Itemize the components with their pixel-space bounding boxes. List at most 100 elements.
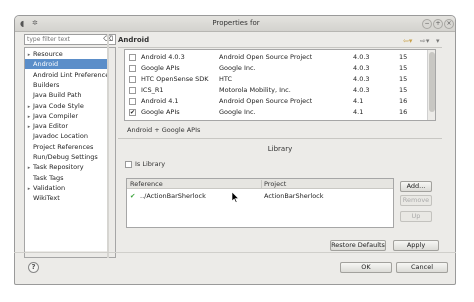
is-library-checkbox[interactable] (125, 160, 132, 168)
target-api-level: 16 (399, 97, 408, 105)
target-name: Android 4.0.3 (141, 53, 185, 61)
tree-item[interactable]: Java Build Path (25, 90, 107, 100)
apply-button[interactable]: Apply (393, 240, 439, 251)
tree-item-label: Task Tags (33, 173, 64, 182)
tree-item[interactable]: Run/Debug Settings (25, 152, 107, 162)
tree-item[interactable]: ▸ Validation (25, 183, 107, 193)
filter-field[interactable]: ⌫ (24, 34, 116, 45)
tree-item-label: Java Compiler (33, 111, 79, 120)
library-references-table[interactable]: Reference Project ✔ ../ActionBarSherlock… (126, 178, 394, 228)
maximize-button[interactable]: + (433, 19, 443, 29)
expand-arrow-icon[interactable]: ▸ (25, 102, 33, 111)
target-checkbox[interactable] (129, 98, 136, 105)
tree-item-label: Javadoc Location (33, 132, 88, 141)
expand-arrow-icon[interactable]: ▸ (25, 122, 33, 131)
table-row[interactable]: Android 4.0.3 Android Open Source Project… (125, 52, 435, 63)
tree-item[interactable]: ▸ Java Code Style (25, 101, 107, 111)
page-title: Android (118, 36, 150, 44)
target-vendor: Motorola Mobility, Inc. (219, 86, 291, 94)
target-vendor: Google Inc. (219, 64, 256, 72)
target-platform: 4.0.3 (353, 75, 370, 83)
target-api-level: 15 (399, 53, 408, 61)
tree-item-label: WikiText (33, 194, 60, 203)
is-library-label: Is Library (135, 160, 166, 168)
table-row[interactable]: ICS_R1 Motorola Mobility, Inc. 4.0.3 15 (125, 85, 435, 96)
target-platform: 4.0.3 (353, 64, 370, 72)
target-name: ICS_R1 (141, 86, 164, 94)
add-button[interactable]: Add... (400, 181, 432, 192)
target-checkbox[interactable] (129, 54, 136, 61)
table-row[interactable]: ✔ ../ActionBarSherlock ActionBarSherlock (127, 191, 393, 201)
target-vendor: Android Open Source Project (219, 97, 313, 105)
mouse-pointer-icon (232, 192, 240, 203)
tree-item[interactable]: Javadoc Location (25, 131, 107, 141)
expand-arrow-icon[interactable]: ▸ (25, 163, 33, 172)
target-platform: 4.0.3 (353, 53, 370, 61)
target-vendor: Android Open Source Project (219, 53, 313, 61)
footer-separator (14, 252, 456, 253)
help-icon[interactable]: ? (28, 262, 39, 273)
remove-button[interactable]: Remove (400, 195, 432, 206)
tree-item[interactable]: Android (25, 59, 107, 70)
target-platform: 4.1 (353, 108, 364, 116)
tree-item-label: Java Build Path (33, 91, 82, 100)
tree-item[interactable]: ▸ Java Compiler (25, 111, 107, 121)
build-target-table[interactable]: Android 4.0.3 Android Open Source Project… (124, 49, 436, 121)
target-name: HTC OpenSense SDK (141, 75, 209, 83)
window-title: Properties for (212, 19, 260, 27)
tree-item-label: Validation (33, 183, 66, 192)
tree-item[interactable]: WikiText (25, 193, 107, 203)
forward-icon[interactable]: ⇨▾ (420, 37, 429, 45)
table-row[interactable]: HTC OpenSense SDK HTC 4.0.3 15 (125, 74, 435, 85)
minimize-button[interactable]: − (422, 19, 432, 29)
target-api-level: 15 (399, 86, 408, 94)
target-vendor: HTC (219, 75, 233, 83)
header-separator (118, 47, 442, 48)
expand-arrow-icon[interactable]: ▸ (25, 184, 33, 193)
tree-item-label: Task Repository (33, 163, 84, 172)
table-row[interactable]: Google APIs Google Inc. 4.0.3 15 (125, 63, 435, 74)
cancel-button[interactable]: Cancel (396, 262, 448, 273)
tree-item[interactable]: Task Tags (25, 173, 107, 183)
expand-arrow-icon[interactable]: ▸ (25, 112, 33, 121)
column-project[interactable]: Project (264, 180, 286, 188)
target-name: Android 4.1 (141, 97, 179, 105)
tree-item-label: Android Lint Preferences (33, 70, 107, 79)
tree-item[interactable]: ▸ Java Editor (25, 121, 107, 131)
targets-scroll-thumb[interactable] (429, 52, 435, 112)
property-pages-tree[interactable]: ▸ Resource Android Android Lint Preferences… (24, 47, 116, 258)
tree-item[interactable]: Android Lint Preferences (25, 70, 107, 80)
tree-item[interactable]: ▸ Resource (25, 49, 107, 59)
view-menu-icon[interactable]: ▾ (436, 37, 440, 45)
tree-item[interactable]: ▸ Task Repository (25, 162, 107, 172)
target-checkbox[interactable]: ✔ (129, 109, 136, 116)
target-vendor: Google Inc. (219, 108, 256, 116)
target-platform: 4.1 (353, 97, 364, 105)
library-section-title: Library (267, 145, 293, 153)
target-api-level: 16 (399, 108, 408, 116)
restore-defaults-button[interactable]: Restore Defaults (330, 240, 386, 251)
close-button[interactable]: × (444, 19, 454, 29)
table-row[interactable]: ✔ Google APIs Google Inc. 4.1 16 (125, 107, 435, 118)
up-button[interactable]: Up (400, 211, 432, 222)
back-icon[interactable]: ⇦▾ (403, 37, 412, 45)
tree-item[interactable]: Project References (25, 142, 107, 152)
is-library-option[interactable]: Is Library (125, 160, 165, 169)
targets-scrollbar[interactable] (427, 50, 435, 120)
target-checkbox[interactable] (129, 76, 136, 83)
ok-button[interactable]: OK (340, 262, 392, 273)
references-table-header: Reference Project (127, 179, 393, 189)
tree-item-label: Run/Debug Settings (33, 153, 98, 161)
tree-item[interactable]: Builders (25, 80, 107, 90)
pane-sash[interactable] (107, 34, 109, 258)
target-checkbox[interactable] (129, 87, 136, 94)
target-name: Google APIs (141, 64, 180, 72)
table-row[interactable]: Android 4.1 Android Open Source Project 4.… (125, 96, 435, 107)
target-api-level: 15 (399, 64, 408, 72)
target-checkbox[interactable] (129, 65, 136, 72)
title-bar[interactable]: ◖ ✲ Properties for − + × (15, 16, 455, 32)
expand-arrow-icon[interactable]: ▸ (25, 50, 33, 59)
column-reference[interactable]: Reference (130, 180, 163, 188)
filter-input[interactable] (27, 35, 99, 44)
tree-item-label: Java Code Style (33, 101, 84, 110)
